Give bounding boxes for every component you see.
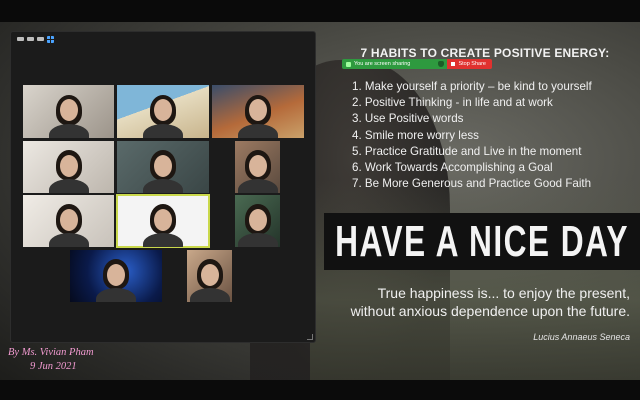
presenter-credit: By Ms. Vivian Pham <box>8 347 94 358</box>
zoom-window-toolbar <box>17 35 54 43</box>
participant-face <box>154 154 172 177</box>
participant-body <box>143 179 183 193</box>
quote-line-1: True happiness is... to enjoy the presen… <box>377 285 630 301</box>
list-item: 2. Positive Thinking - in life and at wo… <box>352 96 553 110</box>
minimize-icon[interactable] <box>17 37 24 41</box>
participant-body <box>48 124 89 138</box>
participant-face <box>154 98 172 121</box>
gallery-view-icon[interactable] <box>47 35 54 43</box>
screen-sharing-status: You are screen sharing <box>354 61 411 67</box>
participant-body <box>96 288 136 302</box>
participant-body <box>48 179 89 193</box>
background-photo-field <box>310 180 640 380</box>
banner-text: HAVE A NICE DAY <box>335 216 629 266</box>
participant-face <box>107 263 125 286</box>
participant-video-tile[interactable] <box>23 85 114 138</box>
participant-body <box>189 288 230 302</box>
list-item: 4. Smile more worry less <box>352 128 479 142</box>
active-speaker-video-tile[interactable] <box>116 194 210 248</box>
participant-body <box>143 124 183 138</box>
screen-sharing-bar[interactable]: You are screen sharing Stop Share <box>342 59 492 69</box>
screen-share-icon <box>346 61 351 67</box>
list-item: 5. Practice Gratitude and Live in the mo… <box>352 144 582 158</box>
participant-face <box>59 208 78 231</box>
zoom-gallery-window[interactable] <box>10 31 316 343</box>
participant-video-tile[interactable] <box>187 250 232 302</box>
participant-video-tile[interactable] <box>235 195 280 247</box>
have-a-nice-day-banner: HAVE A NICE DAY <box>324 213 640 270</box>
stop-share-label: Stop Share <box>458 61 486 67</box>
security-shield-icon[interactable] <box>438 61 445 67</box>
participant-video-tile[interactable] <box>23 195 114 247</box>
participant-body <box>48 233 89 247</box>
participant-video-tile[interactable] <box>70 250 162 302</box>
participant-face <box>59 98 78 121</box>
quote-author: Lucius Annaeus Seneca <box>533 332 630 342</box>
list-item: 6. Work Towards Accomplishing a Goal <box>352 161 553 175</box>
participant-video-tile[interactable] <box>23 141 114 193</box>
participant-face <box>200 263 219 286</box>
stop-share-button[interactable]: Stop Share <box>447 59 492 69</box>
list-item: 3. Use Positive words <box>352 112 464 126</box>
habit-list: 1. Make yourself a priority – be kind to… <box>352 79 592 192</box>
participant-face <box>248 154 267 177</box>
participant-body <box>238 124 278 138</box>
participant-body <box>237 179 278 193</box>
quote-line-2: without anxious dependence upon the futu… <box>350 303 630 319</box>
stop-icon <box>451 62 456 66</box>
participant-face <box>154 208 172 231</box>
desktop-background: 7 HABITS TO CREATE POSITIVE ENERGY: You … <box>0 0 640 400</box>
bottom-letterbox-bar <box>0 380 640 400</box>
participant-face <box>249 98 267 121</box>
list-item: 7. Be More Generous and Practice Good Fa… <box>352 177 592 191</box>
list-item: 1. Make yourself a priority – be kind to… <box>352 80 592 93</box>
participant-face <box>248 208 267 231</box>
participant-video-tile[interactable] <box>212 85 304 138</box>
participant-face <box>59 154 78 177</box>
participant-video-tile[interactable] <box>117 85 209 138</box>
slide-title: 7 HABITS TO CREATE POSITIVE ENERGY: <box>360 46 610 60</box>
participant-video-tile[interactable] <box>235 141 280 193</box>
participant-body <box>143 233 183 247</box>
participant-video-tile[interactable] <box>117 141 209 193</box>
resize-handle-icon[interactable] <box>307 334 313 340</box>
presentation-date: 9 Jun 2021 <box>30 361 77 372</box>
participant-body <box>237 233 278 247</box>
restore-icon[interactable] <box>27 37 34 41</box>
fullscreen-icon[interactable] <box>37 37 44 41</box>
